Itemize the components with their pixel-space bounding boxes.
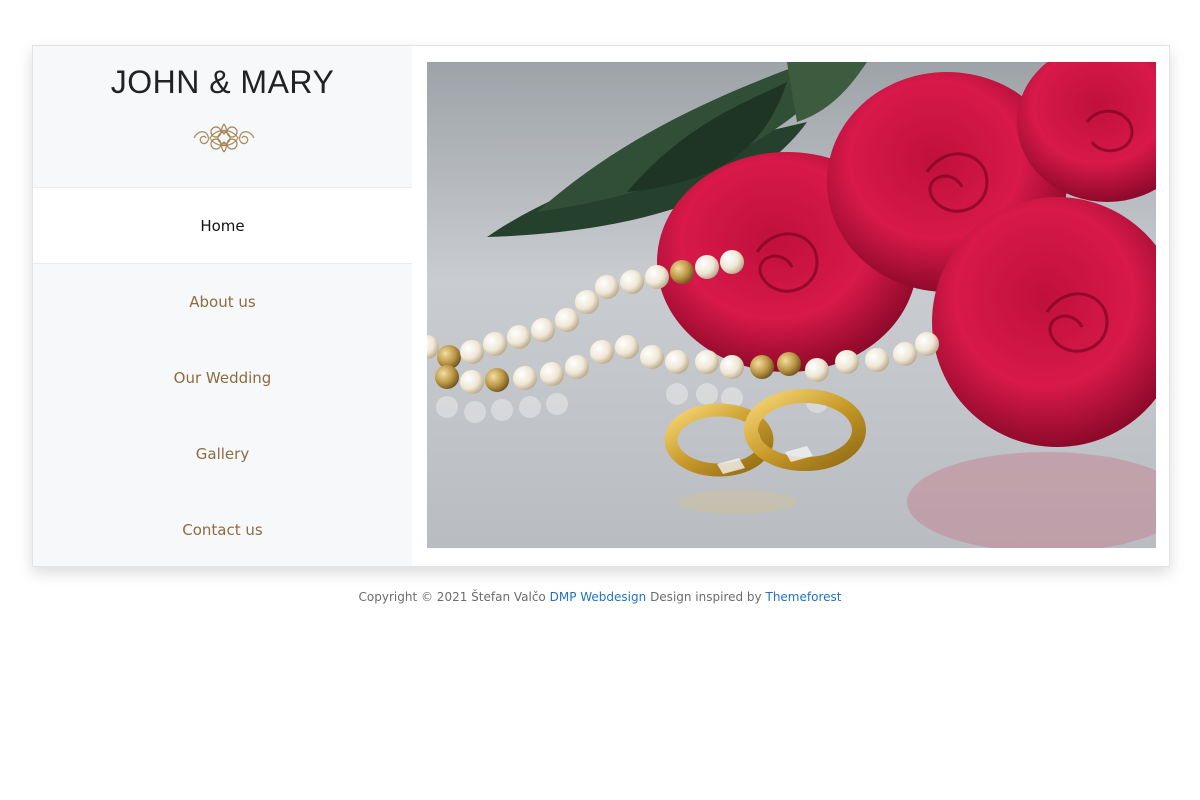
main-nav: Home About us Our Wedding Gallery Contac… (33, 187, 412, 568)
footer-design-inspired: Design inspired by (650, 590, 762, 604)
nav-item-gallery[interactable]: Gallery (33, 416, 412, 492)
brand-title: JOHN & MARY (110, 64, 335, 100)
nav-item-contact-us[interactable]: Contact us (33, 492, 412, 568)
footer: Copyright © 2021 Štefan Valčo DMP Webdes… (0, 590, 1200, 604)
footer-copyright: Copyright © 2021 Štefan Valčo (358, 590, 546, 604)
nav-item-our-wedding[interactable]: Our Wedding (33, 340, 412, 416)
nav-item-home[interactable]: Home (33, 187, 412, 264)
sidebar: JOHN & MARY Home About us Our Wedding Ga… (33, 46, 412, 566)
brand: JOHN & MARY (33, 46, 412, 187)
wedding-rings-roses-photo-icon (427, 62, 1156, 548)
hero-image (427, 62, 1156, 548)
footer-link-dmp-webdesign[interactable]: DMP Webdesign (550, 590, 647, 604)
nav-item-about-us[interactable]: About us (33, 264, 412, 340)
main-card: JOHN & MARY Home About us Our Wedding Ga… (32, 45, 1170, 567)
footer-link-themeforest[interactable]: Themeforest (765, 590, 841, 604)
ornament-divider-icon (88, 123, 360, 153)
